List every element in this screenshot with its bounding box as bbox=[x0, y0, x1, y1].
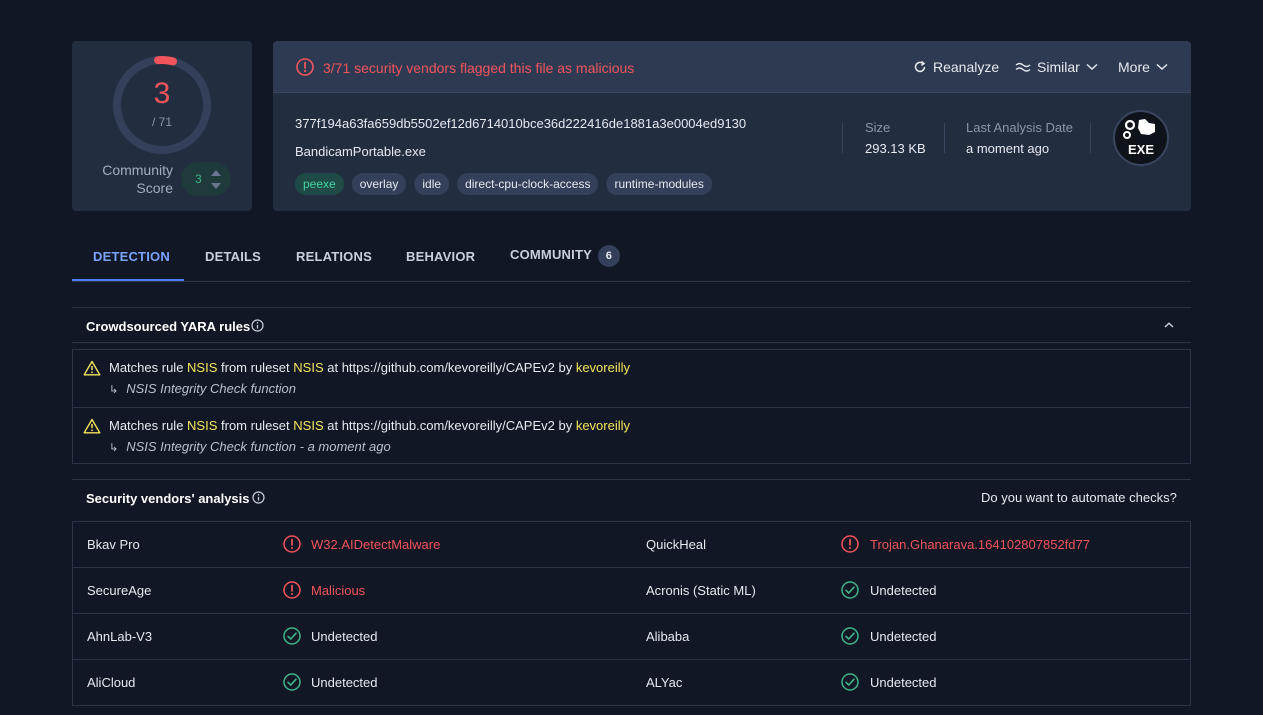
last-analysis-value: a moment ago bbox=[966, 141, 1050, 156]
yara-rule-description: ↳ NSIS Integrity Check function - a momen… bbox=[109, 439, 391, 454]
yara-match-text: Matches rule NSIS from ruleset NSIS at h… bbox=[109, 418, 631, 433]
tab-bar: DETECTION DETAILS RELATIONS BEHAVIOR COM… bbox=[72, 234, 1191, 282]
vendor-name: AliCloud bbox=[87, 675, 136, 690]
vendor-result: Undetected bbox=[870, 675, 937, 690]
vendor-name: SecureAge bbox=[87, 583, 152, 598]
alert-circle-icon bbox=[283, 581, 301, 599]
community-score-value: 3 bbox=[195, 172, 202, 186]
active-tab-indicator bbox=[72, 279, 184, 281]
vendor-name: Acronis (Static ML) bbox=[646, 583, 756, 598]
check-circle-icon bbox=[283, 673, 301, 691]
info-icon[interactable] bbox=[252, 491, 265, 504]
list-item: Matches rule NSIS from ruleset NSIS at h… bbox=[73, 407, 1190, 464]
tag[interactable]: overlay bbox=[351, 173, 407, 195]
table-row: SecureAge Malicious Acronis (Static ML) … bbox=[73, 568, 1190, 614]
detection-count: 3 bbox=[153, 77, 171, 110]
yara-match-text: Matches rule NSIS from ruleset NSIS at h… bbox=[109, 360, 631, 375]
tab-details[interactable]: DETAILS bbox=[205, 249, 261, 264]
check-circle-icon bbox=[283, 627, 301, 645]
chevron-down-icon bbox=[1086, 63, 1098, 71]
list-item: Matches rule NSIS from ruleset NSIS at h… bbox=[73, 350, 1190, 407]
vendor-result: Undetected bbox=[311, 629, 378, 644]
vendor-name: Alibaba bbox=[646, 629, 690, 644]
vendor-result: Malicious bbox=[311, 583, 366, 598]
vendor-name: Bkav Pro bbox=[87, 537, 140, 552]
rule-link[interactable]: NSIS bbox=[187, 360, 217, 375]
tab-community[interactable]: COMMUNITY 6 bbox=[510, 245, 620, 267]
similar-dropdown[interactable]: Similar bbox=[1015, 59, 1098, 75]
table-row: Bkav Pro W32.AIDetectMalware QuickHeal T… bbox=[73, 522, 1190, 568]
tag[interactable]: direct-cpu-clock-access bbox=[457, 173, 599, 195]
author-link[interactable]: kevoreilly bbox=[576, 418, 630, 433]
automate-checks-link[interactable]: Do you want to automate checks? bbox=[981, 490, 1177, 505]
summary-header: 3/71 security vendors flagged this file … bbox=[273, 41, 1191, 93]
ruleset-link[interactable]: NSIS bbox=[293, 418, 323, 433]
ruleset-link[interactable]: NSIS bbox=[293, 360, 323, 375]
vendor-name: QuickHeal bbox=[646, 537, 706, 552]
vendor-result: W32.AIDetectMalware bbox=[311, 537, 441, 552]
warning-icon bbox=[83, 360, 101, 376]
vendor-result: Undetected bbox=[870, 629, 937, 644]
last-analysis-label: Last Analysis Date bbox=[966, 120, 1073, 135]
vendor-result: Trojan.Ghanarava.164102807852fd77 bbox=[870, 537, 1090, 552]
chevron-up-icon[interactable] bbox=[1164, 322, 1174, 328]
author-link[interactable]: kevoreilly bbox=[576, 360, 630, 375]
detection-total: / 71 bbox=[151, 115, 172, 129]
alert-circle-icon bbox=[296, 58, 314, 76]
alert-circle-icon bbox=[841, 535, 859, 553]
detection-score-card: 3 / 71 Community Score 3 bbox=[72, 41, 252, 211]
check-circle-icon bbox=[841, 673, 859, 691]
vendor-name: AhnLab-V3 bbox=[87, 629, 153, 644]
vote-down-icon[interactable] bbox=[211, 183, 221, 189]
file-type-text: EXE bbox=[1127, 142, 1154, 157]
tag[interactable]: idle bbox=[414, 173, 450, 195]
yara-rule-description: ↳ NSIS Integrity Check function bbox=[109, 381, 297, 396]
alert-circle-icon bbox=[283, 535, 301, 553]
tag[interactable]: runtime-modules bbox=[606, 173, 712, 195]
community-score-stepper[interactable]: 3 bbox=[181, 162, 231, 196]
tab-detection[interactable]: DETECTION bbox=[93, 249, 170, 264]
divider bbox=[944, 123, 945, 153]
community-count-badge: 6 bbox=[597, 245, 620, 267]
tag[interactable]: peexe bbox=[295, 173, 344, 195]
yara-section-title: Crowdsourced YARA rules bbox=[86, 319, 251, 334]
vendor-name: ALYac bbox=[646, 675, 683, 690]
vendors-table: Bkav Pro W32.AIDetectMalware QuickHeal T… bbox=[72, 521, 1191, 706]
file-hash[interactable]: 377f194a63fa659db5502ef12d6714010bce36d2… bbox=[295, 116, 746, 131]
warning-icon bbox=[83, 418, 101, 434]
reanalyze-button[interactable]: Reanalyze bbox=[913, 59, 999, 75]
file-summary-panel: 3/71 security vendors flagged this file … bbox=[273, 41, 1191, 211]
file-name: BandicamPortable.exe bbox=[295, 144, 426, 159]
divider bbox=[1090, 123, 1091, 153]
tab-behavior[interactable]: BEHAVIOR bbox=[406, 249, 475, 264]
chevron-down-icon bbox=[1156, 63, 1168, 71]
vendor-result: Undetected bbox=[870, 583, 937, 598]
similar-icon bbox=[1015, 62, 1031, 72]
rule-link[interactable]: NSIS bbox=[187, 418, 217, 433]
vote-up-icon[interactable] bbox=[211, 170, 221, 176]
info-icon[interactable] bbox=[251, 319, 264, 332]
check-circle-icon bbox=[841, 581, 859, 599]
refresh-icon bbox=[914, 60, 926, 73]
yara-rules-list: Matches rule NSIS from ruleset NSIS at h… bbox=[72, 349, 1191, 464]
size-label: Size bbox=[865, 120, 891, 135]
gears-icon bbox=[1123, 119, 1155, 139]
divider bbox=[842, 123, 843, 153]
subitem-arrow-icon: ↳ bbox=[109, 442, 119, 454]
yara-section-header[interactable]: Crowdsourced YARA rules bbox=[72, 307, 1191, 343]
table-row: AhnLab-V3 Undetected Alibaba Undetected bbox=[73, 614, 1190, 660]
table-row: AliCloud Undetected ALYac Undetected bbox=[73, 660, 1190, 706]
more-dropdown[interactable]: More bbox=[1118, 59, 1168, 75]
vendors-section-title: Security vendors' analysis bbox=[86, 491, 250, 506]
tab-relations[interactable]: RELATIONS bbox=[296, 249, 372, 264]
subitem-arrow-icon: ↳ bbox=[109, 384, 119, 396]
community-score-label: Community Score bbox=[102, 162, 173, 196]
check-circle-icon bbox=[841, 627, 859, 645]
malicious-alert-text: 3/71 security vendors flagged this file … bbox=[323, 60, 635, 76]
file-tags: peexe overlay idle direct-cpu-clock-acce… bbox=[295, 173, 712, 195]
file-type-badge: EXE bbox=[1113, 110, 1169, 166]
vendor-result: Undetected bbox=[311, 675, 378, 690]
size-value: 293.13 KB bbox=[865, 141, 926, 156]
